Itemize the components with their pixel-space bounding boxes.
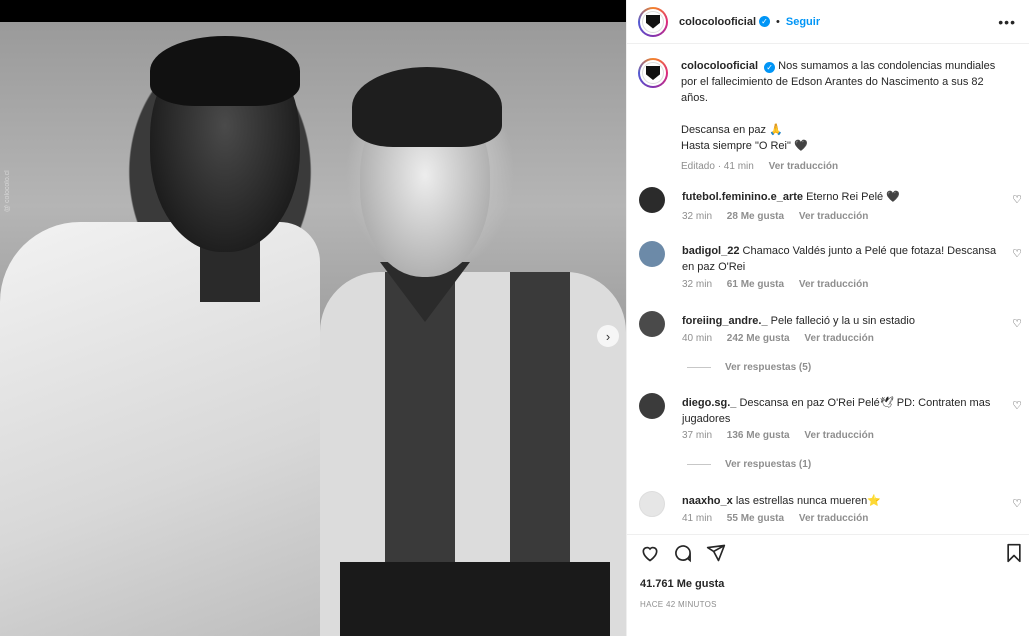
avatar[interactable] <box>638 58 668 88</box>
heart-icon[interactable]: ♡ <box>1012 497 1022 510</box>
header-username[interactable]: colocolooficial <box>679 16 756 28</box>
translate-link[interactable]: Ver traducción <box>769 161 838 172</box>
next-image-button[interactable]: › <box>597 325 619 347</box>
caption-text: Descansa en paz 🙏 <box>681 124 783 136</box>
photo-watermark: @ colocolo.cl <box>4 170 11 212</box>
post-media: @ colocolo.cl <box>0 22 626 636</box>
comment-username[interactable]: foreiing_andre._ <box>682 315 768 327</box>
caption-edited-time: Editado · 41 min <box>681 161 754 172</box>
comment-icon[interactable] <box>673 543 693 566</box>
comment-text: Eterno Rei Pelé 🖤 <box>806 191 900 203</box>
left-player-hair <box>150 36 300 106</box>
chevron-right-icon: › <box>605 328 611 344</box>
separator-dot: • <box>776 15 780 28</box>
comments-section[interactable]: colocolooficial ✓ Nos sumamos a las cond… <box>627 44 1029 534</box>
right-player-hair <box>352 67 502 147</box>
post-actions <box>627 534 1029 574</box>
heart-icon[interactable] <box>640 543 660 566</box>
comment-likes[interactable]: 136 Me gusta <box>727 430 790 441</box>
view-replies-button[interactable]: Ver respuestas (5) <box>687 362 811 373</box>
caption-username[interactable]: colocolooficial <box>681 60 758 72</box>
comment-text: Pele falleció y la u sin estadio <box>770 315 915 327</box>
comment-likes[interactable]: 61 Me gusta <box>727 279 784 290</box>
avatar[interactable] <box>639 241 665 267</box>
comment-time: 32 min <box>682 211 713 222</box>
comment-username[interactable]: naaxho_x <box>682 495 733 507</box>
club-crest-icon <box>646 66 660 80</box>
heart-icon[interactable]: ♡ <box>1012 317 1022 330</box>
translate-link[interactable]: Ver traducción <box>799 513 868 524</box>
share-icon[interactable] <box>706 543 726 566</box>
club-crest-icon <box>646 14 660 29</box>
comment-username[interactable]: diego.sg._ <box>682 397 736 409</box>
bookmark-icon[interactable] <box>1005 543 1023 566</box>
more-options-icon[interactable]: ••• <box>998 14 1016 30</box>
comment-likes[interactable]: 28 Me gusta <box>727 211 784 222</box>
comment-time: 41 min <box>682 513 713 524</box>
verified-badge-icon: ✓ <box>764 62 776 73</box>
comment-likes[interactable]: 242 Me gusta <box>727 333 790 344</box>
caption-text: Hasta siempre "O Rei" 🖤 <box>681 140 808 152</box>
post-photo <box>0 22 626 636</box>
translate-link[interactable]: Ver traducción <box>804 333 873 344</box>
right-player-shorts <box>340 562 610 636</box>
avatar[interactable] <box>639 311 665 337</box>
post-header: colocolooficial ✓ • Seguir ••• <box>627 0 1029 44</box>
comment-username[interactable]: badigol_22 <box>682 245 739 257</box>
post-panel: colocolooficial ✓ • Seguir ••• colocoloo… <box>626 0 1029 636</box>
comment-time: 40 min <box>682 333 713 344</box>
shirt-stripe <box>385 272 455 592</box>
comment-time: 37 min <box>682 430 713 441</box>
avatar[interactable] <box>639 393 665 419</box>
verified-badge-icon: ✓ <box>759 16 771 27</box>
post-caption: colocolooficial ✓ Nos sumamos a las cond… <box>638 58 1018 175</box>
left-player-shirt <box>0 222 320 636</box>
shirt-stripe <box>510 272 570 592</box>
avatar[interactable] <box>639 187 665 213</box>
post-timestamp: HACE 42 MINUTOS <box>640 600 717 609</box>
comment-likes[interactable]: 55 Me gusta <box>727 513 784 524</box>
translate-link[interactable]: Ver traducción <box>799 211 868 222</box>
comment-text: las estrellas nunca mueren⭐ <box>735 495 881 507</box>
heart-icon[interactable]: ♡ <box>1012 399 1022 412</box>
heart-icon[interactable]: ♡ <box>1012 193 1022 206</box>
likes-count[interactable]: 41.761 Me gusta <box>640 578 724 590</box>
translate-link[interactable]: Ver traducción <box>799 279 868 290</box>
view-replies-button[interactable]: Ver respuestas (1) <box>687 459 811 470</box>
heart-icon[interactable]: ♡ <box>1012 247 1022 260</box>
translate-link[interactable]: Ver traducción <box>804 430 873 441</box>
follow-button[interactable]: Seguir <box>786 16 820 28</box>
avatar[interactable] <box>638 6 668 37</box>
comment-username[interactable]: futebol.feminino.e_arte <box>682 191 803 203</box>
avatar[interactable] <box>639 491 665 517</box>
comment-time: 32 min <box>682 279 713 290</box>
